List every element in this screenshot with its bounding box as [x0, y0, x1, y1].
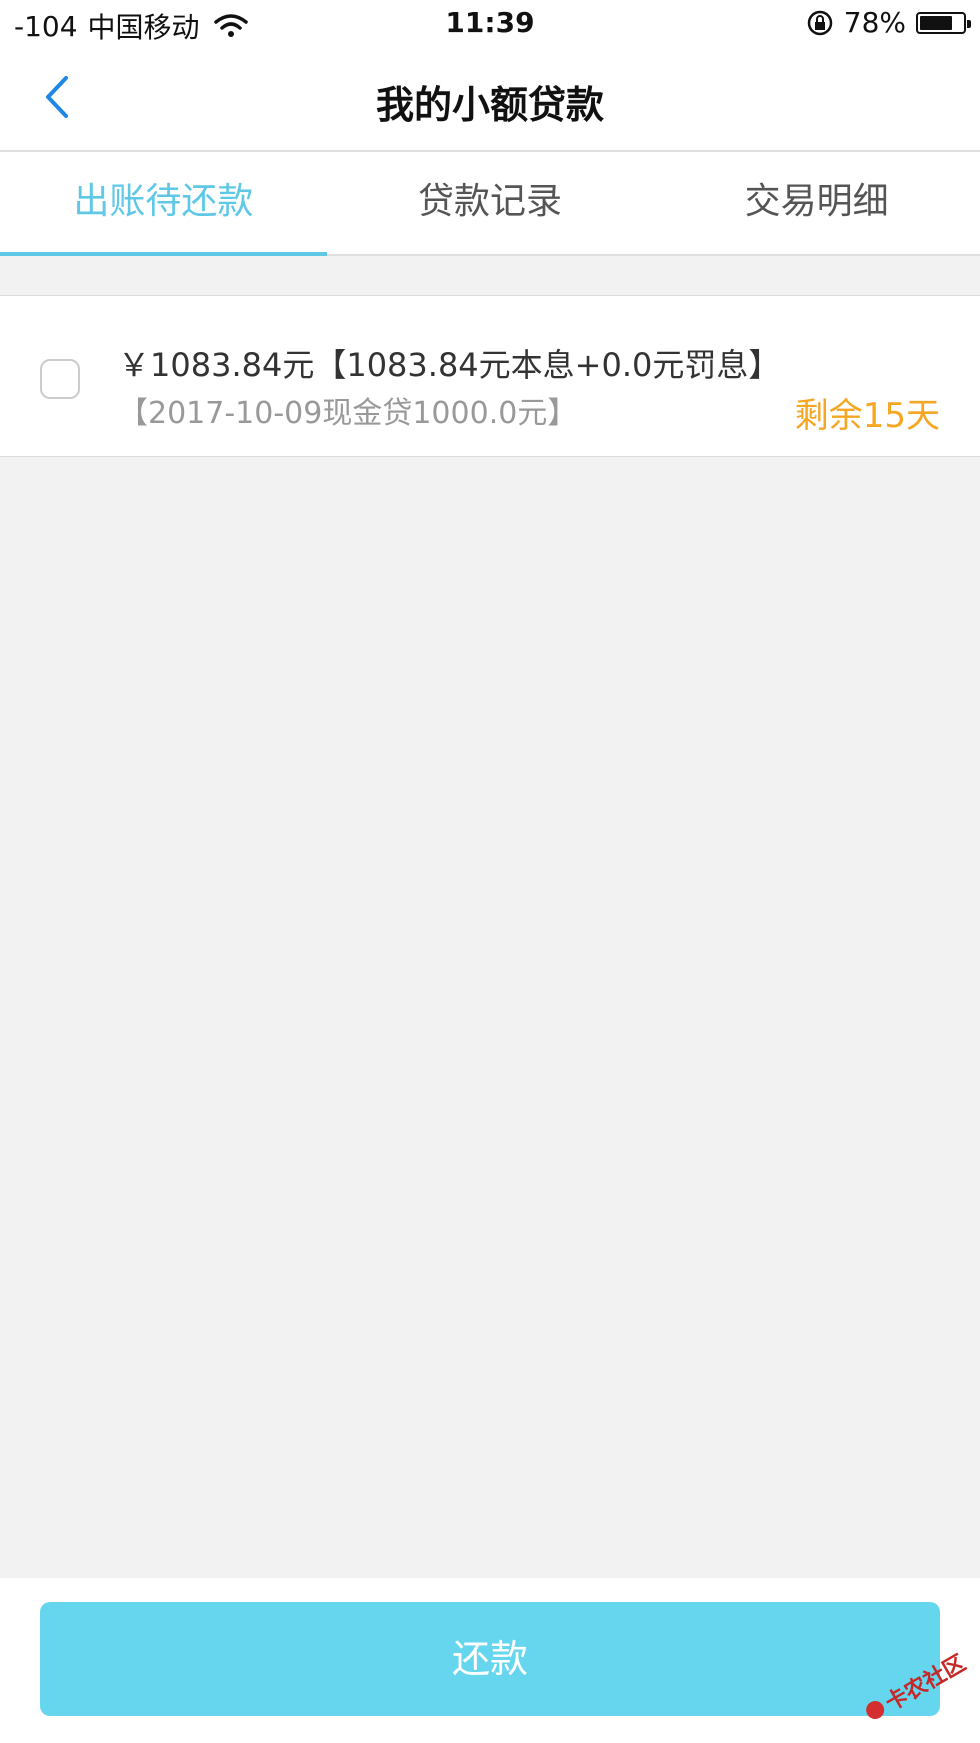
- remaining-days: 剩余15天: [794, 396, 940, 436]
- battery-icon: [916, 11, 971, 34]
- status-bar-right: 78%: [806, 6, 971, 39]
- nav-bar: 我的小额贷款: [0, 48, 980, 152]
- battery-percent: 78%: [843, 6, 906, 39]
- battery-fill: [920, 15, 952, 30]
- tab-bar: 出账待还款 贷款记录 交易明细: [0, 152, 980, 256]
- rotation-lock-icon: [807, 10, 833, 35]
- tab-loan-records[interactable]: 贷款记录: [327, 152, 654, 254]
- footer-bar: 还款: [0, 1578, 980, 1743]
- bill-amount: ￥1083.84元【1083.84元本息+0.0元罚息】: [118, 346, 781, 384]
- page-title: 我的小额贷款: [375, 83, 604, 127]
- bill-checkbox[interactable]: [40, 359, 80, 399]
- battery-tip: [967, 19, 971, 28]
- status-bar: -104 中国移动 11:39 78%: [0, 0, 980, 48]
- bill-detail: 【2017-10-09现金贷1000.0元】: [118, 396, 578, 431]
- tab-pending-repayment[interactable]: 出账待还款: [0, 152, 327, 256]
- tab-transaction-details[interactable]: 交易明细: [653, 152, 980, 254]
- repay-button[interactable]: 还款: [40, 1602, 940, 1716]
- bill-list-item[interactable]: ￥1083.84元【1083.84元本息+0.0元罚息】 【2017-10-09…: [0, 295, 980, 457]
